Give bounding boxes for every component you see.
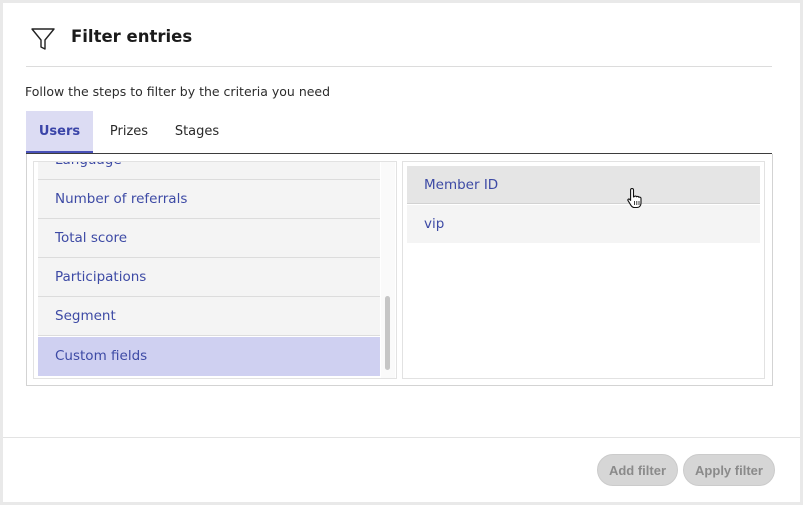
criteria-item-language[interactable]: Language bbox=[38, 162, 380, 180]
footer-divider bbox=[3, 437, 800, 438]
criteria-item-number-of-referrals[interactable]: Number of referrals bbox=[38, 180, 380, 219]
filter-funnel-icon bbox=[30, 26, 56, 52]
criteria-list[interactable]: Language Number of referrals Total score… bbox=[33, 161, 397, 379]
criteria-item-segment[interactable]: Segment bbox=[38, 297, 380, 336]
criteria-scrollbar[interactable] bbox=[381, 162, 395, 378]
criteria-item-participations[interactable]: Participations bbox=[38, 258, 380, 297]
dialog-title: Filter entries bbox=[71, 27, 193, 46]
add-filter-button[interactable]: Add filter bbox=[597, 454, 678, 486]
filter-panel: Language Number of referrals Total score… bbox=[26, 154, 773, 386]
field-item-vip[interactable]: vip bbox=[407, 205, 760, 243]
criteria-scroll-thumb[interactable] bbox=[385, 296, 390, 370]
tab-users[interactable]: Users bbox=[26, 111, 93, 154]
field-item-member-id[interactable]: Member ID bbox=[407, 166, 760, 204]
dialog-subtitle: Follow the steps to filter by the criter… bbox=[25, 84, 331, 99]
tab-prizes[interactable]: Prizes bbox=[98, 111, 160, 152]
apply-filter-button[interactable]: Apply filter bbox=[683, 454, 775, 486]
criteria-item-custom-fields[interactable]: Custom fields bbox=[38, 337, 380, 376]
hand-pointer-cursor-icon bbox=[626, 187, 644, 209]
field-list: Member ID vip bbox=[402, 161, 765, 379]
criteria-item-total-score[interactable]: Total score bbox=[38, 219, 380, 258]
tab-stages[interactable]: Stages bbox=[165, 111, 229, 152]
tab-bar: Users Prizes Stages bbox=[26, 111, 772, 154]
dialog-header: Filter entries bbox=[26, 18, 772, 67]
